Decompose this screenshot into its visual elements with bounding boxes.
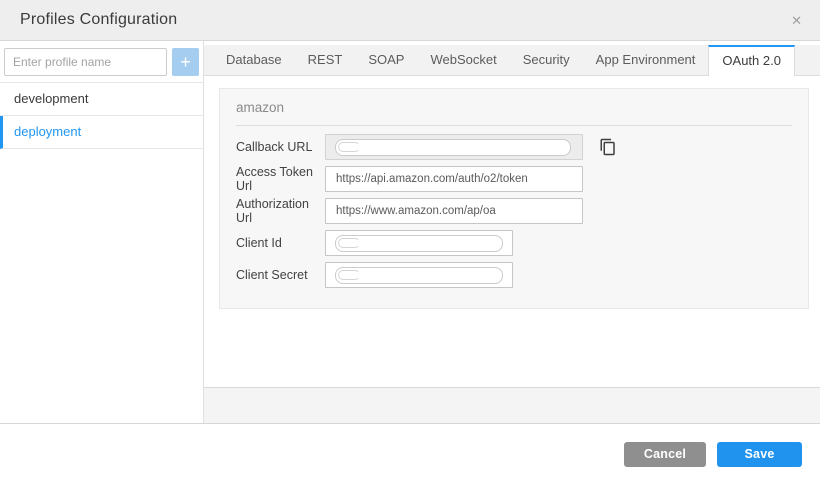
authorization-url-input[interactable] <box>325 198 583 224</box>
profile-list: development deployment <box>0 82 203 149</box>
tab-websocket[interactable]: WebSocket <box>417 45 509 75</box>
redacted-value-blob <box>335 267 503 284</box>
add-profile-button[interactable]: + <box>172 48 199 76</box>
client-id-label: Client Id <box>236 236 325 250</box>
dialog-header: Profiles Configuration ✕ <box>0 0 820 41</box>
client-secret-row: Client Secret <box>236 262 792 288</box>
tab-app-environment[interactable]: App Environment <box>583 45 709 75</box>
panel-heading: amazon <box>236 89 792 125</box>
client-secret-label: Client Secret <box>236 268 325 282</box>
callback-url-row: Callback URL <box>236 134 792 160</box>
access-token-url-row: Access Token Url <box>236 166 792 192</box>
settings-content: Database REST SOAP WebSocket Security Ap… <box>204 41 820 423</box>
profile-item-deployment[interactable]: deployment <box>0 116 203 149</box>
dialog-title: Profiles Configuration <box>20 11 789 29</box>
access-token-url-label: Access Token Url <box>236 165 325 193</box>
authorization-url-label: Authorization Url <box>236 197 325 225</box>
plus-icon: + <box>180 52 191 72</box>
copy-icon[interactable] <box>599 138 617 156</box>
profile-item-development[interactable]: development <box>0 83 203 116</box>
callback-url-field <box>325 134 583 160</box>
profiles-sidebar: + development deployment <box>0 41 204 423</box>
access-token-url-input[interactable] <box>325 166 583 192</box>
tab-oauth-2-0[interactable]: OAuth 2.0 <box>708 45 795 76</box>
settings-tabbar: Database REST SOAP WebSocket Security Ap… <box>204 45 820 76</box>
amazon-panel: amazon Callback URL <box>219 88 809 309</box>
close-icon[interactable]: ✕ <box>789 10 804 31</box>
redacted-value-blob <box>335 235 503 252</box>
dialog-body: + development deployment Database REST S… <box>0 41 820 424</box>
tab-database[interactable]: Database <box>213 45 295 75</box>
tab-security[interactable]: Security <box>510 45 583 75</box>
redacted-value-blob <box>335 139 571 156</box>
panel-divider <box>236 125 792 126</box>
tab-soap[interactable]: SOAP <box>355 45 417 75</box>
client-secret-field[interactable] <box>325 262 513 288</box>
cancel-button[interactable]: Cancel <box>624 442 706 467</box>
save-button[interactable]: Save <box>717 442 802 467</box>
tab-rest[interactable]: REST <box>295 45 356 75</box>
client-id-row: Client Id <box>236 230 792 256</box>
callback-url-label: Callback URL <box>236 140 325 154</box>
client-id-field[interactable] <box>325 230 513 256</box>
oauth-tab-panel: amazon Callback URL <box>204 76 820 387</box>
dialog-action-bar: Cancel Save <box>0 424 820 484</box>
content-footer-strip <box>204 387 820 423</box>
profiles-configuration-dialog: Profiles Configuration ✕ + development d… <box>0 0 820 484</box>
authorization-url-row: Authorization Url <box>236 198 792 224</box>
profile-name-input[interactable] <box>4 48 167 76</box>
profile-input-row: + <box>0 41 203 82</box>
